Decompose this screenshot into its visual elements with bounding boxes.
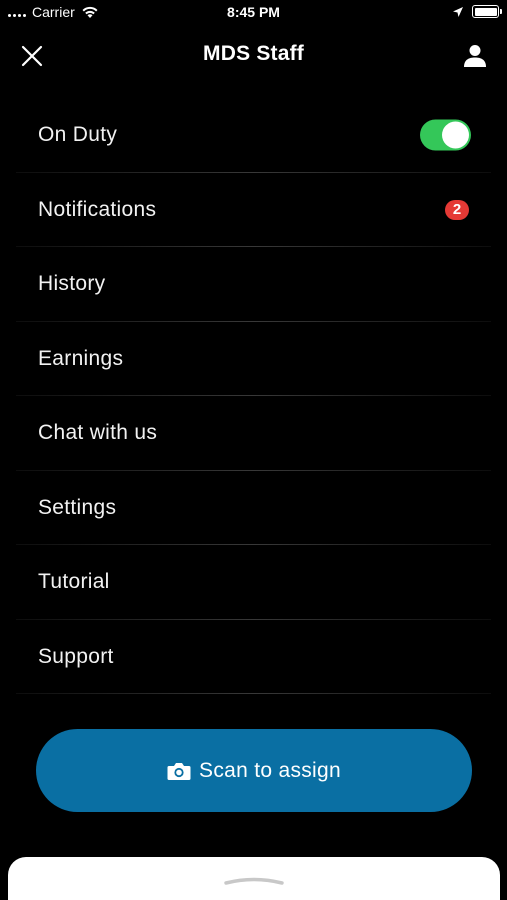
menu-item-chat[interactable]: Chat with us [0,396,507,471]
status-right [452,5,502,18]
status-time: 8:45 PM [227,4,280,20]
menu-item-label: Settings [38,495,117,519]
menu-item-label: Chat with us [38,421,158,445]
profile-button[interactable] [461,42,489,70]
menu-item-notifications[interactable]: Notifications 2 [0,173,507,247]
toggle-knob [442,121,469,149]
menu-list: On Duty Notifications 2 History Earnings… [0,98,507,694]
bottom-sheet[interactable] [8,857,500,900]
divider [16,693,491,694]
person-icon [464,45,486,67]
menu-item-tutorial[interactable]: Tutorial [0,545,507,620]
sheet-handle-icon[interactable] [222,877,286,885]
menu-item-label: Notifications [38,197,157,221]
battery-icon [472,5,502,18]
header: MDS Staff [0,28,507,84]
menu-item-label: History [38,272,106,296]
notification-badge: 2 [445,199,469,220]
menu-item-earnings[interactable]: Earnings [0,322,507,396]
page-title: MDS Staff [203,42,304,65]
menu-item-settings[interactable]: Settings [0,471,507,545]
scan-button-label: Scan to assign [199,758,341,782]
menu-item-label: On Duty [38,123,118,147]
status-bar: Carrier 8:45 PM [0,0,507,28]
menu-item-on-duty[interactable]: On Duty [0,98,507,173]
menu-item-support[interactable]: Support [0,620,507,694]
scan-to-assign-button[interactable]: Scan to assign [36,729,472,812]
menu-item-label: Earnings [38,346,124,370]
on-duty-toggle[interactable] [420,119,471,151]
menu-item-history[interactable]: History [0,247,507,322]
menu-item-label: Tutorial [38,570,110,594]
location-arrow-icon [453,6,463,17]
menu-item-label: Support [38,644,114,668]
camera-icon [167,762,191,780]
